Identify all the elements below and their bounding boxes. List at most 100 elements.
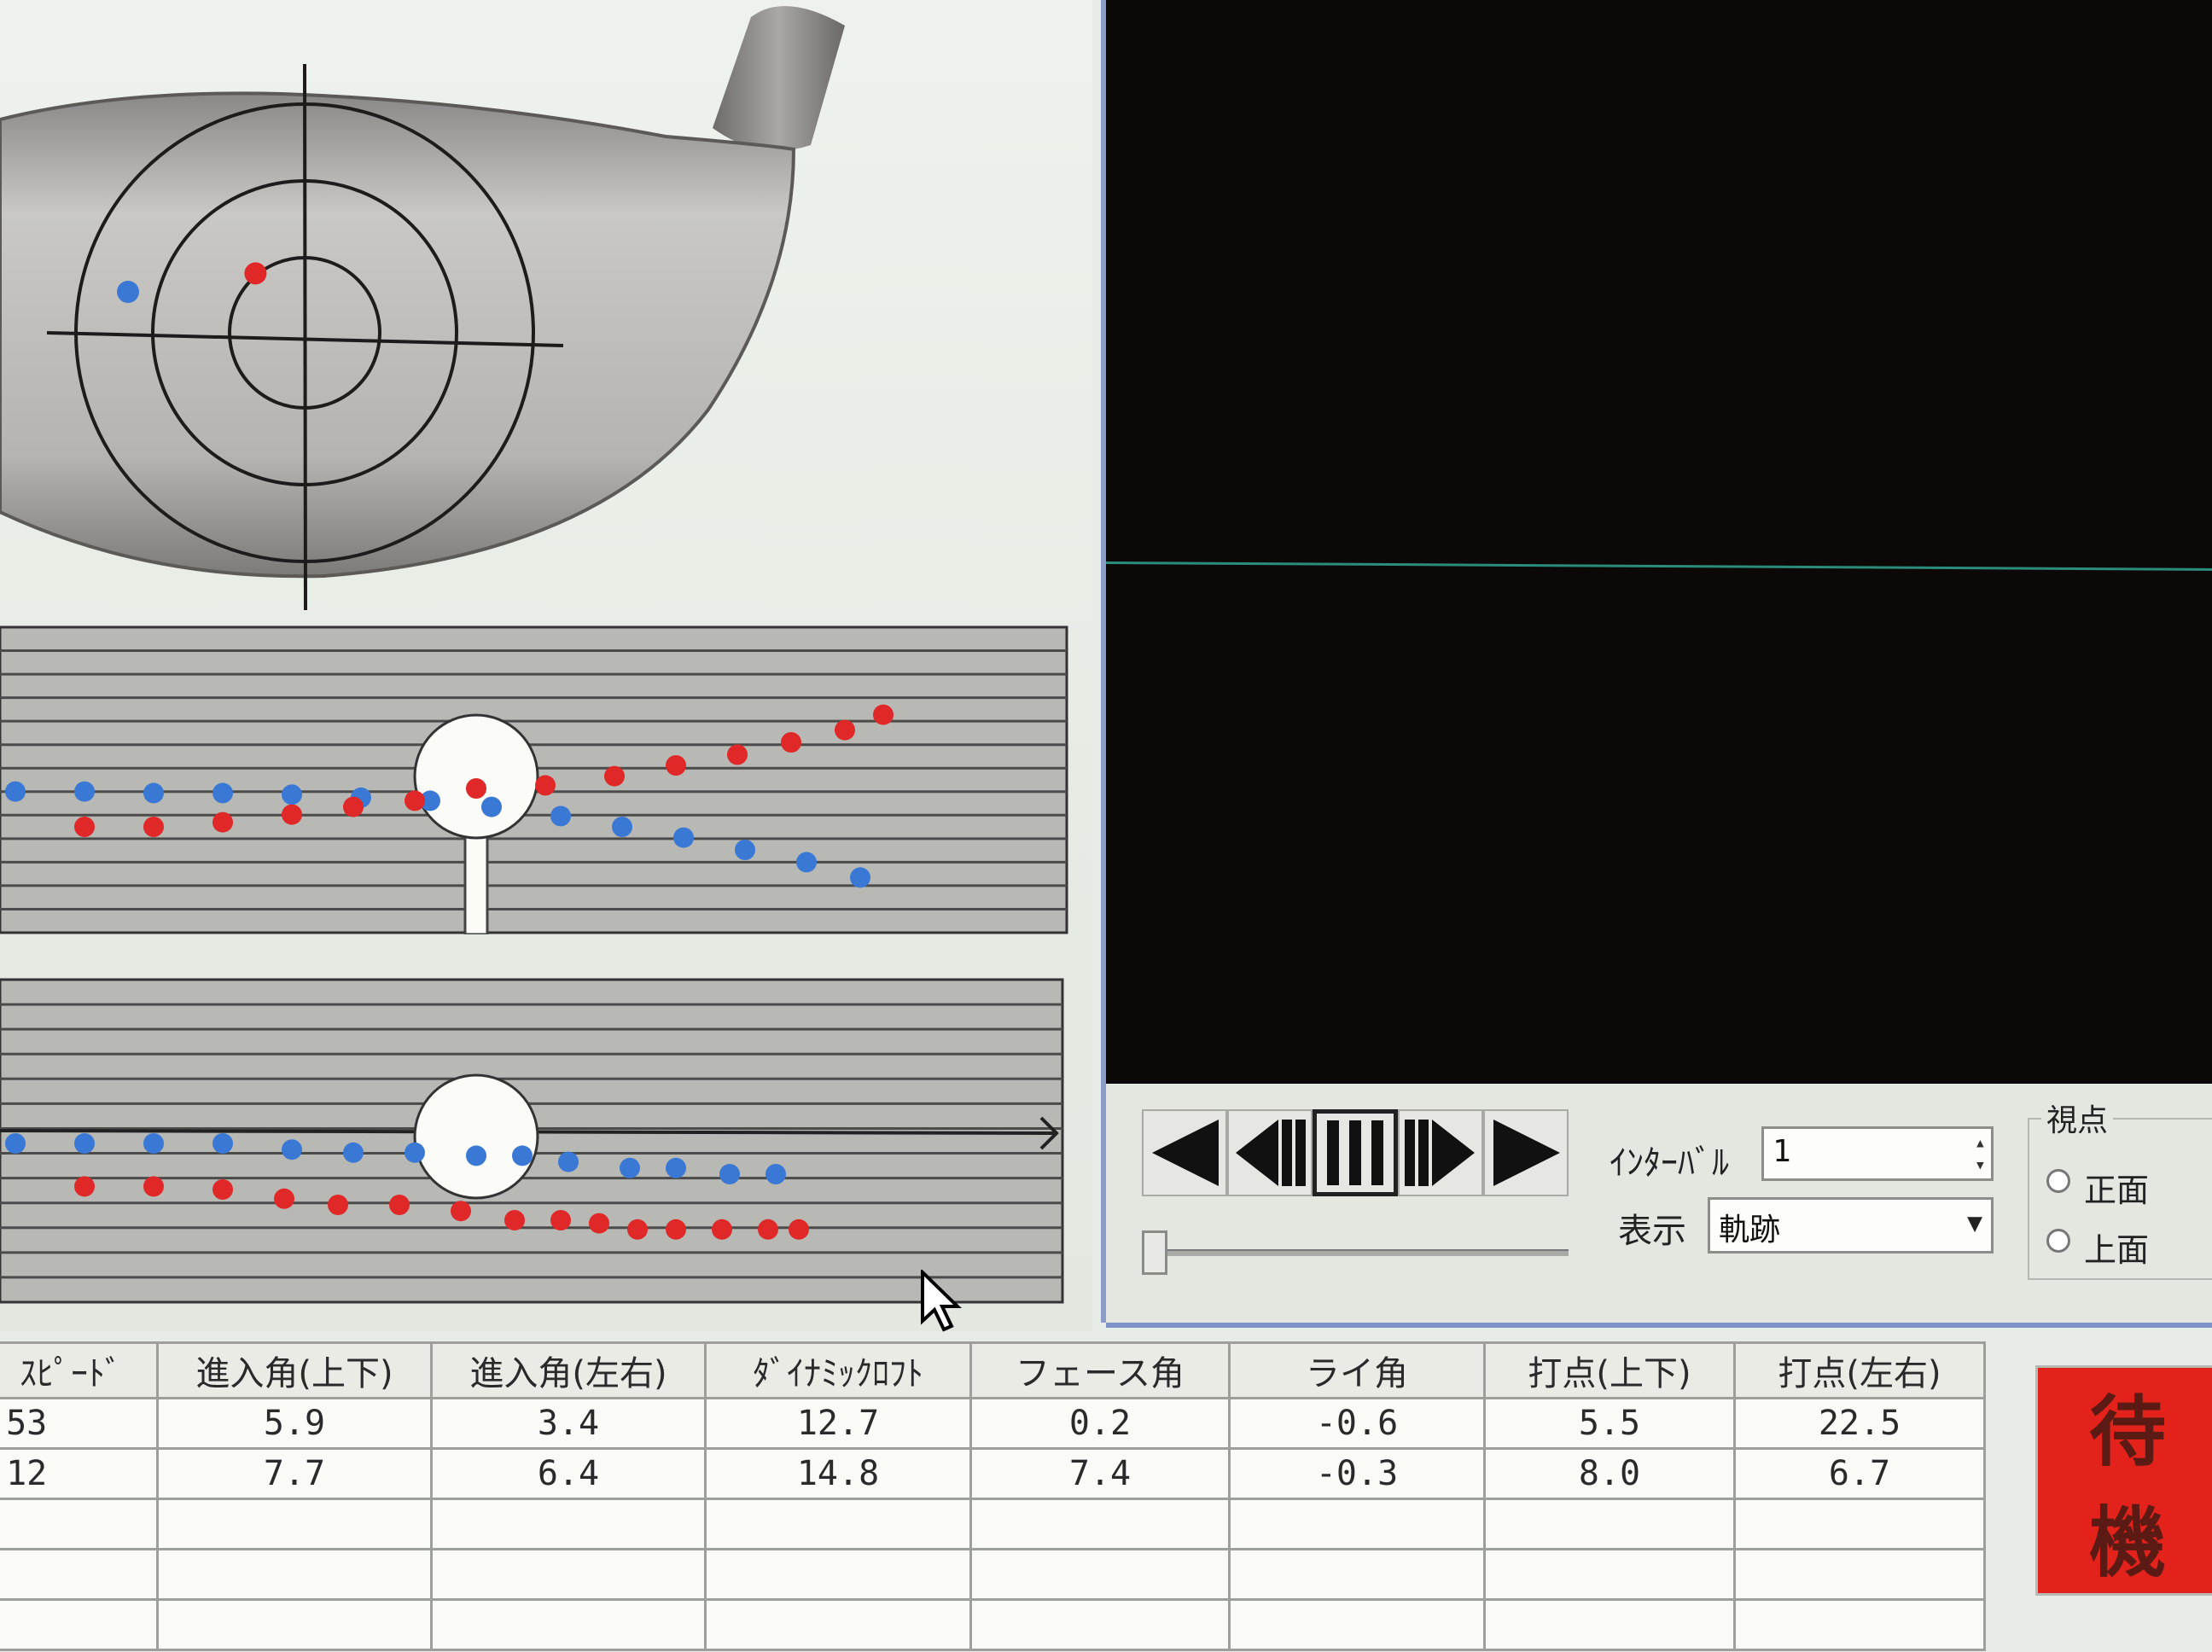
table-row[interactable]: .53 5.9 3.4 12.7 0.2 -0.6 5.5 22.5	[0, 1397, 1986, 1450]
red-trajectory-point	[550, 1210, 571, 1230]
display-select[interactable]: 軌跡 ▼	[1708, 1197, 1994, 1254]
table-row[interactable]: .12 7.7 6.4 14.8 7.4 -0.3 8.0 6.7	[0, 1447, 1986, 1500]
table-cell	[704, 1548, 972, 1601]
spinner-arrows-icon[interactable]: ▴ ▾	[1975, 1132, 1986, 1177]
pause-icon	[1327, 1120, 1383, 1185]
table-cell	[969, 1548, 1231, 1601]
side-trajectory-view	[0, 625, 1068, 934]
red-trajectory-point	[666, 1219, 686, 1240]
step-back-button[interactable]	[1227, 1109, 1313, 1196]
interval-label: ｲﾝﾀｰﾊﾞﾙ	[1610, 1143, 1729, 1183]
red-trajectory-point	[789, 1219, 809, 1240]
pause-button[interactable]	[1313, 1109, 1398, 1196]
table-cell: 22.5	[1733, 1397, 1986, 1450]
viewpoint-front-label: 正面	[2084, 1172, 2150, 1209]
blue-trajectory-point	[719, 1164, 740, 1184]
red-trajectory-point	[274, 1188, 294, 1209]
table-cell	[156, 1598, 433, 1651]
blue-trajectory-point	[5, 1133, 26, 1154]
red-trajectory-point	[282, 804, 302, 825]
red-trajectory-point	[466, 778, 486, 799]
playback-controls: ｲﾝﾀｰﾊﾞﾙ 1 ▴ ▾ 表示 軌跡 ▼ 視点 正面 上面	[1106, 1084, 2212, 1328]
radio-top[interactable]	[2046, 1229, 2070, 1253]
blue-trajectory-point	[143, 1133, 164, 1154]
table-cell: 7.4	[969, 1447, 1231, 1500]
blue-trajectory-point	[212, 1133, 233, 1154]
table-cell: 14.8	[704, 1447, 972, 1500]
table-cell: 7.7	[156, 1447, 433, 1500]
table-header-row: ｽﾋﾟｰﾄﾞ 進入角(上下) 進入角(左右) ﾀﾞｲﾅﾐｯｸﾛﾌﾄ フェース角 …	[0, 1341, 1986, 1399]
blue-trajectory-point	[5, 781, 26, 802]
step-forward-button[interactable]	[1398, 1109, 1483, 1196]
slider-track	[1142, 1249, 1569, 1256]
blue-trajectory-point	[612, 817, 632, 837]
table-cell: .12	[0, 1447, 159, 1500]
play-icon	[1493, 1120, 1560, 1186]
video-screen	[1105, 0, 2212, 1084]
blue-trajectory-point	[343, 1142, 364, 1163]
blue-trajectory-point	[765, 1164, 786, 1184]
table-cell	[704, 1498, 972, 1550]
red-trajectory-point	[244, 262, 267, 285]
header-attack-angle-horizontal: 進入角(左右)	[430, 1341, 707, 1399]
header-speed: ｽﾋﾟｰﾄﾞ	[0, 1341, 159, 1399]
red-trajectory-point	[343, 796, 364, 817]
red-trajectory-point	[604, 765, 625, 787]
table-cell: .53	[0, 1397, 159, 1450]
table-cell	[1483, 1598, 1736, 1651]
table-cell	[0, 1498, 159, 1550]
table-cell: 0.2	[969, 1397, 1231, 1450]
video-panel: ｲﾝﾀｰﾊﾞﾙ 1 ▴ ▾ 表示 軌跡 ▼ 視点 正面 上面	[1101, 0, 2212, 1328]
header-impact-vertical: 打点(上下)	[1483, 1341, 1736, 1399]
header-lie-angle: ライ角	[1228, 1341, 1486, 1399]
table-cell	[1228, 1598, 1486, 1651]
table-row[interactable]	[0, 1498, 1986, 1550]
table-cell	[430, 1548, 707, 1601]
table-row[interactable]	[0, 1548, 1986, 1601]
table-cell	[156, 1548, 433, 1601]
viewpoint-group: 視点 正面 上面	[2028, 1096, 2212, 1280]
interval-spinner[interactable]: 1 ▴ ▾	[1761, 1126, 1994, 1181]
ball	[413, 1073, 539, 1200]
play-reverse-icon	[1152, 1120, 1219, 1186]
red-trajectory-point	[589, 1213, 609, 1234]
table-cell	[704, 1598, 972, 1651]
blue-trajectory-point	[282, 784, 302, 806]
red-trajectory-point	[74, 1176, 95, 1197]
header-attack-angle-vertical: 進入角(上下)	[156, 1341, 433, 1399]
table-cell	[0, 1598, 159, 1651]
dropdown-arrow-icon[interactable]: ▼	[1967, 1208, 1982, 1238]
red-trajectory-point	[143, 1176, 164, 1197]
table-cell: 8.0	[1483, 1447, 1736, 1500]
display-label: 表示	[1618, 1212, 1686, 1251]
standby-button[interactable]: 待機	[2035, 1365, 2212, 1596]
slider-thumb[interactable]	[1142, 1230, 1167, 1275]
header-impact-horizontal: 打点(左右)	[1733, 1341, 1986, 1399]
red-trajectory-point	[212, 1179, 233, 1200]
red-trajectory-point	[328, 1195, 348, 1215]
table-cell: 6.7	[1733, 1447, 1986, 1500]
frame-slider[interactable]	[1142, 1230, 1569, 1275]
blue-trajectory-point	[74, 1133, 95, 1154]
blue-trajectory-point	[666, 1157, 686, 1178]
table-cell	[430, 1598, 707, 1651]
table-cell: 3.4	[430, 1397, 707, 1450]
red-trajectory-point	[389, 1195, 410, 1215]
red-trajectory-point	[212, 811, 233, 833]
table-cell	[1228, 1548, 1486, 1601]
table-cell	[1733, 1498, 1986, 1550]
table-cell	[1483, 1548, 1736, 1601]
standby-label: 待機	[2089, 1387, 2166, 1588]
measurement-table: ｽﾋﾟｰﾄﾞ 進入角(上下) 進入角(左右) ﾀﾞｲﾅﾐｯｸﾛﾌﾄ フェース角 …	[0, 1341, 1986, 1651]
red-trajectory-point	[727, 744, 748, 765]
play-button[interactable]	[1483, 1109, 1569, 1196]
red-trajectory-point	[504, 1210, 525, 1230]
play-reverse-button[interactable]	[1142, 1109, 1227, 1196]
blue-trajectory-point	[282, 1139, 302, 1160]
blue-trajectory-point	[74, 781, 95, 802]
blue-trajectory-point	[620, 1157, 640, 1178]
step-forward-icon	[1405, 1120, 1475, 1186]
table-row[interactable]	[0, 1598, 1986, 1651]
radio-front[interactable]	[2046, 1169, 2070, 1193]
blue-trajectory-point	[481, 796, 502, 817]
